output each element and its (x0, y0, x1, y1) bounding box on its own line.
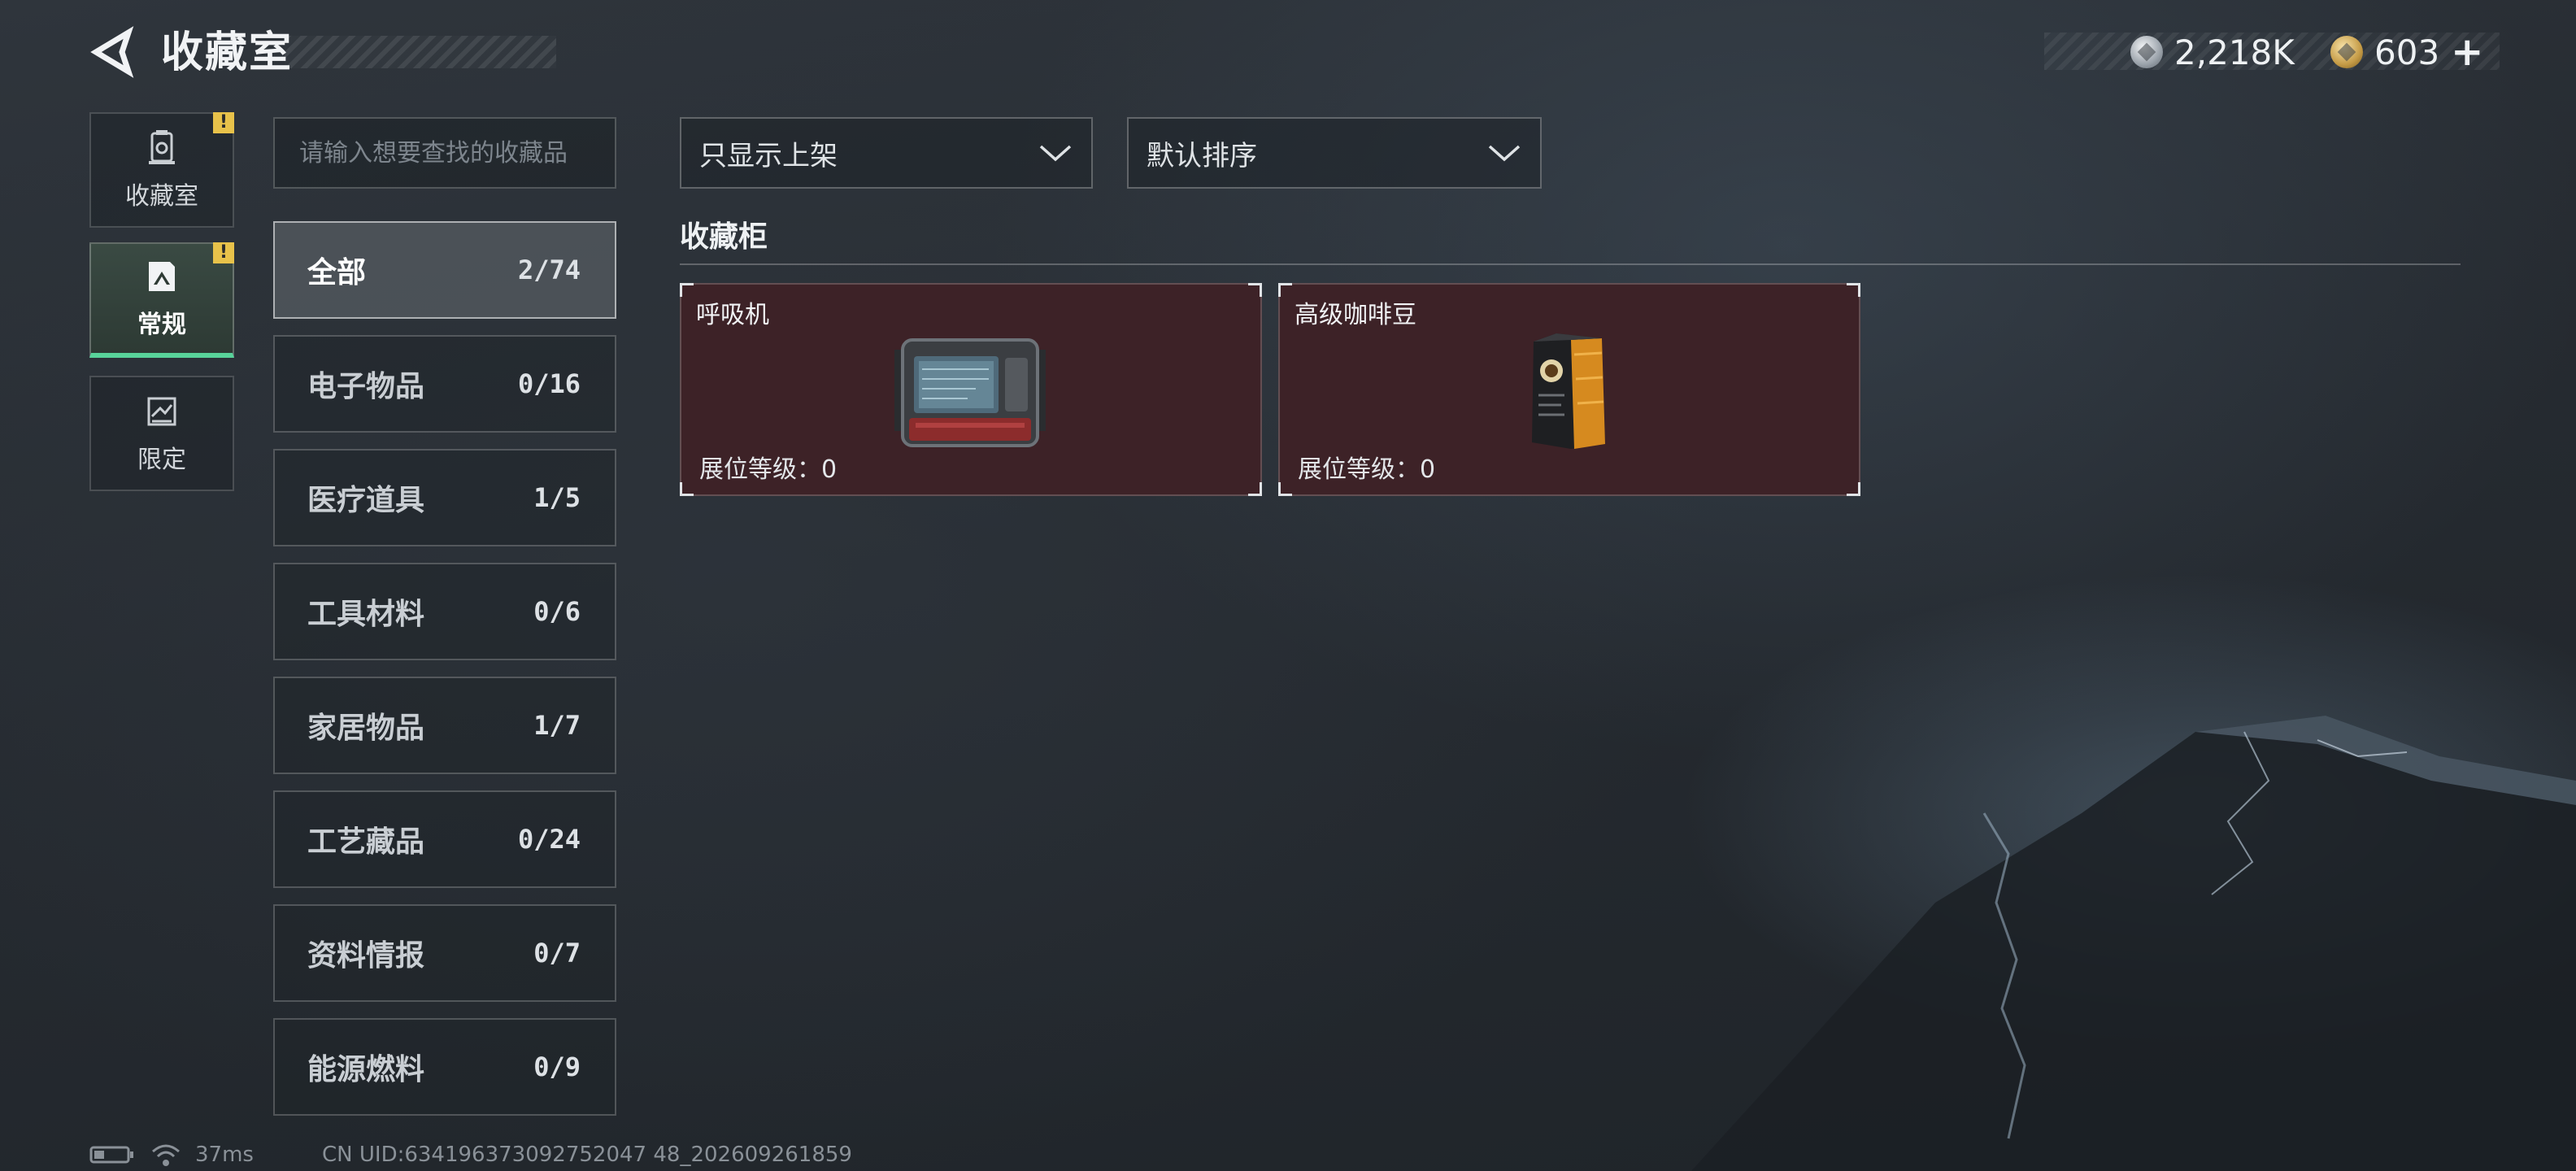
category-count: 0/6 (533, 596, 581, 627)
item-card-ventilator[interactable]: 呼吸机 展位等级：0 (680, 283, 1262, 496)
display-filter-dropdown[interactable]: 只显示上架 (680, 117, 1093, 189)
category-count: 0/7 (533, 938, 581, 969)
wifi-icon (152, 1144, 180, 1166)
nav-collection-room[interactable]: 收藏室 ! (89, 112, 234, 228)
category-fuel[interactable]: 能源燃料 0/9 (273, 1018, 616, 1116)
ping-value: 37ms (195, 1143, 254, 1167)
category-name: 工艺藏品 (307, 825, 425, 859)
back-icon[interactable] (88, 26, 140, 78)
item-name: 高级咖啡豆 (1295, 301, 1416, 329)
category-count: 2/74 (517, 255, 581, 285)
category-count: 1/5 (533, 482, 581, 513)
nav-label: 限定 (137, 446, 186, 474)
category-name: 能源燃料 (307, 1053, 425, 1086)
add-currency-button[interactable]: + (2451, 29, 2483, 75)
category-count: 0/16 (517, 368, 581, 399)
corner-mark (680, 283, 694, 297)
chevron-down-icon (1039, 145, 1072, 162)
corner-mark (1847, 283, 1860, 297)
item-card-coffee[interactable]: 高级咖啡豆 展位等级：0 (1278, 283, 1860, 496)
category-name: 电子物品 (307, 370, 425, 403)
corner-mark (1847, 482, 1860, 496)
section-divider (680, 263, 2461, 265)
uid-text: CN UID:634196373092752047 48_20260926185… (322, 1143, 852, 1167)
currency-silver-value: 2,218K (2174, 32, 2295, 72)
ventilator-icon (894, 338, 1046, 447)
category-count: 1/7 (533, 710, 581, 741)
status-network: 37ms (89, 1140, 254, 1169)
category-crafts[interactable]: 工艺藏品 0/24 (273, 790, 616, 888)
page-title: 收藏室 (161, 28, 294, 77)
item-name: 呼吸机 (696, 301, 769, 329)
currency-gold-value: 603 (2374, 32, 2440, 72)
corner-mark (1278, 283, 1292, 297)
category-name: 工具材料 (307, 598, 425, 631)
category-count: 0/24 (517, 824, 581, 855)
coffee-bag-icon (1532, 333, 1605, 449)
item-level: 展位等级：0 (699, 455, 838, 484)
regular-icon (149, 262, 175, 291)
item-level: 展位等级：0 (1298, 455, 1436, 484)
nav-label: 常规 (137, 311, 186, 339)
category-medical[interactable]: 医疗道具 1/5 (273, 449, 616, 546)
category-name: 家居物品 (307, 712, 425, 745)
corner-mark (1248, 283, 1262, 297)
status-uid: CN UID:634196373092752047 48_20260926185… (322, 1140, 852, 1169)
nav-limited[interactable]: 限定 (89, 376, 234, 491)
corner-mark (1248, 482, 1262, 496)
search-box (273, 117, 616, 189)
gold-coin-icon (2330, 36, 2363, 68)
collection-room-icon (149, 130, 175, 164)
category-household[interactable]: 家居物品 1/7 (273, 677, 616, 774)
category-electronics[interactable]: 电子物品 0/16 (273, 335, 616, 433)
category-name: 全部 (307, 256, 367, 289)
nav-regular[interactable]: 常规 ! (89, 242, 234, 358)
currency-gold: 603 + (2330, 29, 2483, 75)
category-name: 资料情报 (307, 939, 425, 973)
silver-coin-icon (2130, 36, 2163, 68)
limited-icon (147, 397, 176, 426)
chevron-down-icon (1488, 145, 1521, 162)
section-title: 收藏柜 (680, 220, 768, 254)
category-count: 0/9 (533, 1051, 581, 1082)
nav-label: 收藏室 (125, 182, 198, 211)
category-tools[interactable]: 工具材料 0/6 (273, 563, 616, 660)
sort-dropdown[interactable]: 默认排序 (1127, 117, 1542, 189)
category-intel[interactable]: 资料情报 0/7 (273, 904, 616, 1002)
display-filter-value: 只显示上架 (699, 139, 838, 172)
corner-mark (680, 482, 694, 496)
category-all[interactable]: 全部 2/74 (273, 221, 616, 319)
currency-silver: 2,218K (2130, 29, 2295, 75)
category-name: 医疗道具 (307, 484, 425, 517)
corner-mark (1278, 482, 1292, 496)
search-input[interactable] (275, 119, 615, 187)
alert-badge: ! (213, 242, 234, 263)
alert-badge: ! (213, 112, 234, 133)
battery-icon (89, 1146, 133, 1164)
title-decoration (285, 36, 556, 68)
sort-value: 默认排序 (1147, 139, 1257, 172)
